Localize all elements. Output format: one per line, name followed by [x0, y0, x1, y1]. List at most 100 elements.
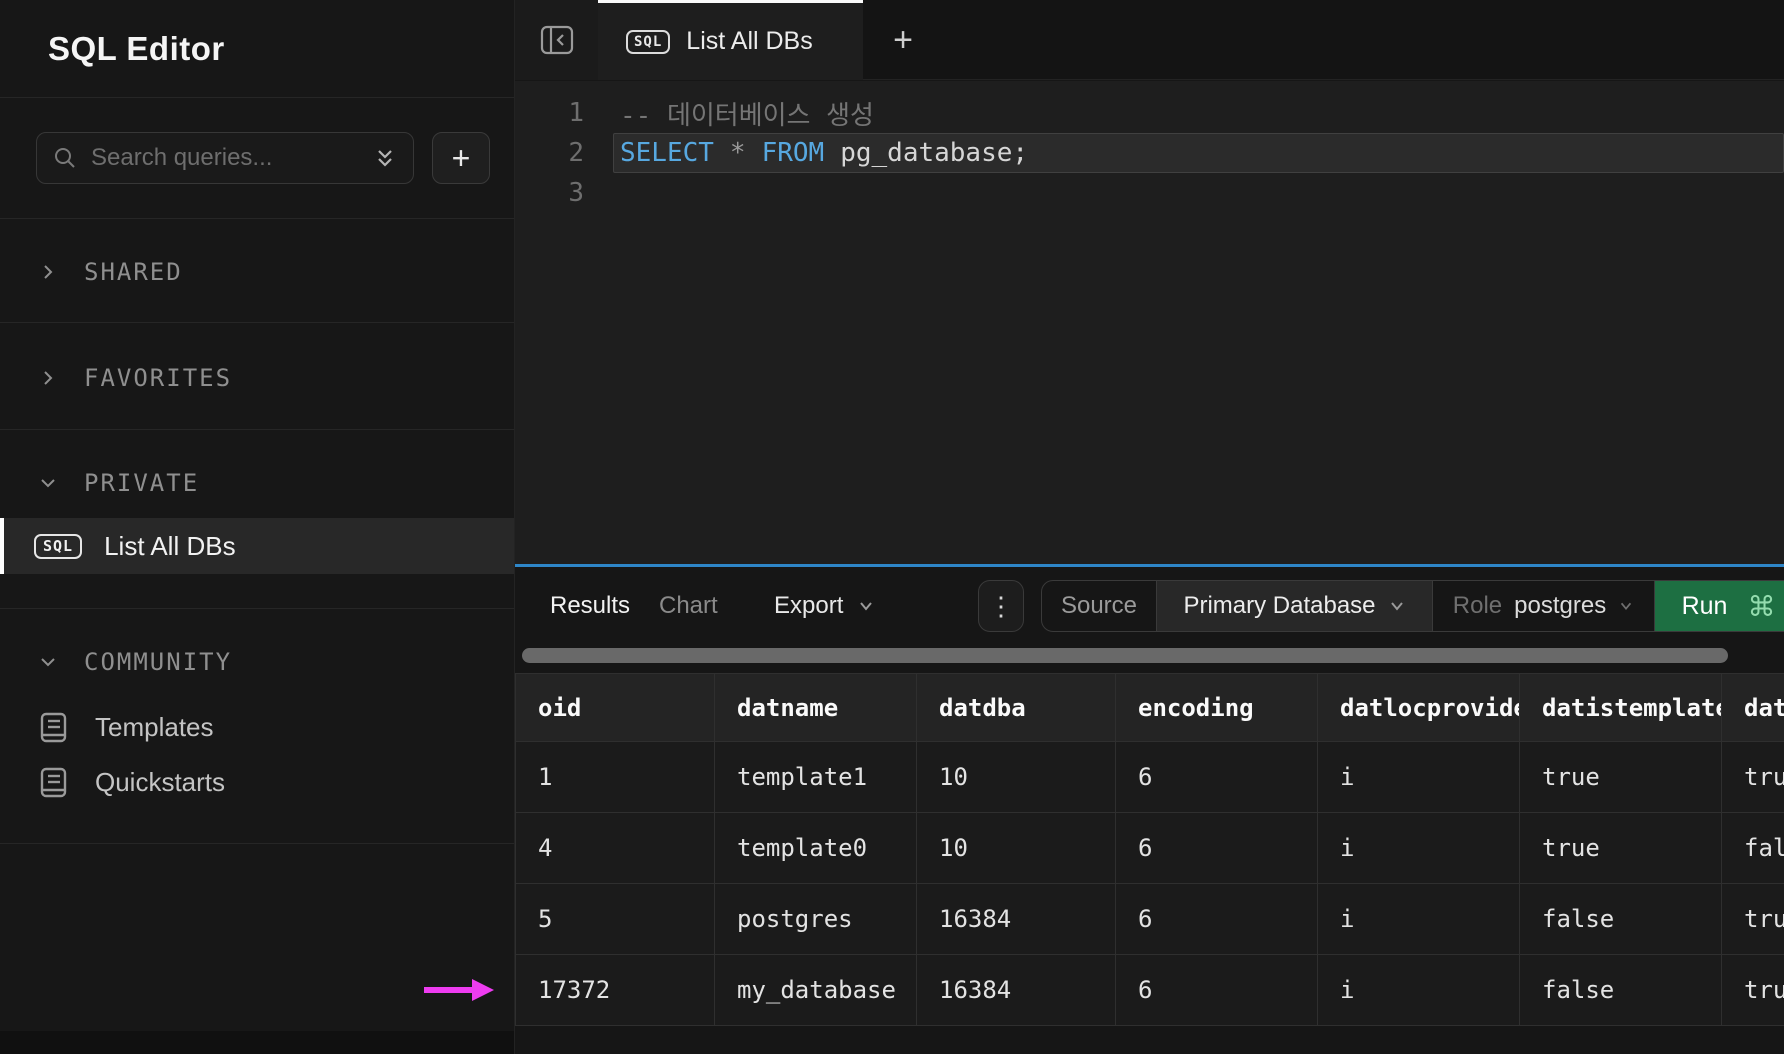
table-header-cell[interactable]: encoding	[1116, 673, 1318, 742]
table-cell[interactable]: i	[1318, 813, 1520, 884]
arrow-head	[472, 979, 494, 1001]
query-item-label: List All DBs	[104, 531, 236, 562]
table-cell[interactable]: template1	[715, 742, 917, 813]
results-table: oiddatnamedatdbaencodingdatlocproviderda…	[515, 673, 1784, 1026]
table-cell[interactable]: i	[1318, 884, 1520, 955]
table-cell[interactable]: 6	[1116, 813, 1318, 884]
sidebar-item-templates[interactable]: Templates	[0, 701, 514, 753]
table-cell[interactable]: 1	[516, 742, 715, 813]
sidebar-item-quickstarts[interactable]: Quickstarts	[0, 756, 514, 808]
export-label: Export	[774, 592, 843, 620]
panel-resize-handle[interactable]	[515, 564, 1784, 567]
database-select[interactable]: Primary Database	[1156, 581, 1432, 631]
divider	[0, 429, 514, 430]
table-cell[interactable]: 17372	[516, 955, 715, 1026]
table-cell[interactable]: true	[1520, 813, 1722, 884]
plus-icon: +	[452, 140, 471, 177]
source-button[interactable]: Source	[1042, 581, 1156, 631]
tab-label: List All DBs	[686, 27, 812, 56]
table-cell[interactable]: template0	[715, 813, 917, 884]
table-cell[interactable]: 10	[917, 813, 1116, 884]
table-cell[interactable]: 16384	[917, 884, 1116, 955]
table-cell[interactable]: postgres	[715, 884, 917, 955]
role-label: Role	[1453, 592, 1502, 620]
collapse-sidebar-button[interactable]	[515, 0, 598, 80]
chevron-down-icon	[857, 597, 875, 615]
journal-icon	[40, 767, 67, 798]
app-window: SQL Editor Search queries... +	[0, 0, 1784, 1054]
more-options-button[interactable]: ⋮	[978, 580, 1024, 632]
database-value: Primary Database	[1183, 592, 1375, 620]
horizontal-scrollbar-thumb[interactable]	[522, 648, 1728, 663]
sql-keyword: FROM	[762, 138, 825, 168]
table-header-cell[interactable]: datname	[715, 673, 917, 742]
kebab-icon: ⋮	[988, 591, 1014, 622]
main-panel: SQL List All DBs + 1 -- 데이터베이스 생성 2 SELE…	[515, 0, 1784, 1054]
role-value: postgres	[1514, 592, 1606, 620]
sql-badge-icon: SQL	[34, 534, 82, 559]
journal-icon	[40, 712, 67, 743]
table-cell[interactable]: true	[1722, 742, 1784, 813]
code-line-1: 1 -- 데이터베이스 생성	[515, 93, 1784, 133]
new-query-button[interactable]: +	[432, 132, 490, 184]
section-label: PRIVATE	[84, 469, 199, 497]
tab-chart[interactable]: Chart	[659, 580, 718, 632]
role-select[interactable]: Role postgres	[1432, 581, 1654, 631]
chevrons-down-icon[interactable]	[373, 145, 397, 171]
sidebar-item-list-all-dbs[interactable]: SQL List All DBs	[0, 518, 514, 574]
table-cell[interactable]: false	[1722, 813, 1784, 884]
chevron-right-icon	[38, 368, 58, 388]
run-control-group: Source Primary Database Role postgres	[1041, 580, 1784, 632]
table-cell[interactable]: my_database	[715, 955, 917, 1026]
table-cell[interactable]: 16384	[917, 955, 1116, 1026]
table-cell[interactable]: 4	[516, 813, 715, 884]
chevron-down-icon	[38, 473, 58, 493]
section-label: SHARED	[84, 258, 183, 286]
tab-results[interactable]: Results	[550, 580, 630, 632]
code-line-3: 3	[515, 173, 1784, 213]
table-cell[interactable]: i	[1318, 955, 1520, 1026]
community-item-label: Quickstarts	[95, 767, 225, 798]
sidebar-section-private[interactable]: PRIVATE	[0, 457, 514, 509]
chevron-down-icon	[1618, 598, 1634, 614]
run-button[interactable]: Run ⌘	[1654, 581, 1784, 631]
table-cell[interactable]: 5	[516, 884, 715, 955]
tab-list-all-dbs[interactable]: SQL List All DBs	[598, 0, 863, 80]
command-key-icon: ⌘	[1747, 590, 1775, 623]
sql-comment: -- 데이터베이스 생성	[620, 95, 874, 132]
divider	[0, 608, 514, 609]
search-input[interactable]: Search queries...	[36, 132, 414, 184]
sidebar-section-community[interactable]: COMMUNITY	[0, 636, 514, 688]
sql-editor[interactable]: 1 -- 데이터베이스 생성 2 SELECT * FROM pg_databa…	[515, 81, 1784, 564]
new-tab-button[interactable]: +	[879, 18, 927, 62]
sidebar-footer-strip	[0, 1031, 514, 1054]
table-header-cell[interactable]: datistemplate	[1520, 673, 1722, 742]
export-menu-button[interactable]: Export	[774, 580, 875, 632]
sql-badge-icon: SQL	[626, 30, 670, 54]
sql-operator: *	[730, 138, 746, 168]
table-cell[interactable]: true	[1520, 742, 1722, 813]
table-cell[interactable]: 10	[917, 742, 1116, 813]
table-header-cell[interactable]: oid	[516, 673, 715, 742]
table-header-cell[interactable]: datlocprovider	[1318, 673, 1520, 742]
search-placeholder: Search queries...	[91, 144, 359, 172]
table-cell[interactable]: false	[1520, 884, 1722, 955]
table-cell[interactable]: 6	[1116, 884, 1318, 955]
page-title: SQL Editor	[48, 30, 225, 68]
table-cell[interactable]: 6	[1116, 742, 1318, 813]
table-cell[interactable]: true	[1722, 884, 1784, 955]
table-cell[interactable]: i	[1318, 742, 1520, 813]
tab-bar: SQL List All DBs +	[515, 0, 1784, 80]
table-cell[interactable]: false	[1520, 955, 1722, 1026]
chevron-down-icon	[1388, 597, 1406, 615]
chevron-down-icon	[38, 652, 58, 672]
table-cell[interactable]: true	[1722, 955, 1784, 1026]
divider	[0, 322, 514, 323]
table-cell[interactable]: 6	[1116, 955, 1318, 1026]
sidebar-section-shared[interactable]: SHARED	[0, 246, 514, 298]
table-header-cell[interactable]: datdba	[917, 673, 1116, 742]
divider	[0, 218, 514, 219]
run-label: Run	[1682, 592, 1728, 621]
sidebar-section-favorites[interactable]: FAVORITES	[0, 352, 514, 404]
table-header-cell[interactable]: datallowconn	[1722, 673, 1784, 742]
